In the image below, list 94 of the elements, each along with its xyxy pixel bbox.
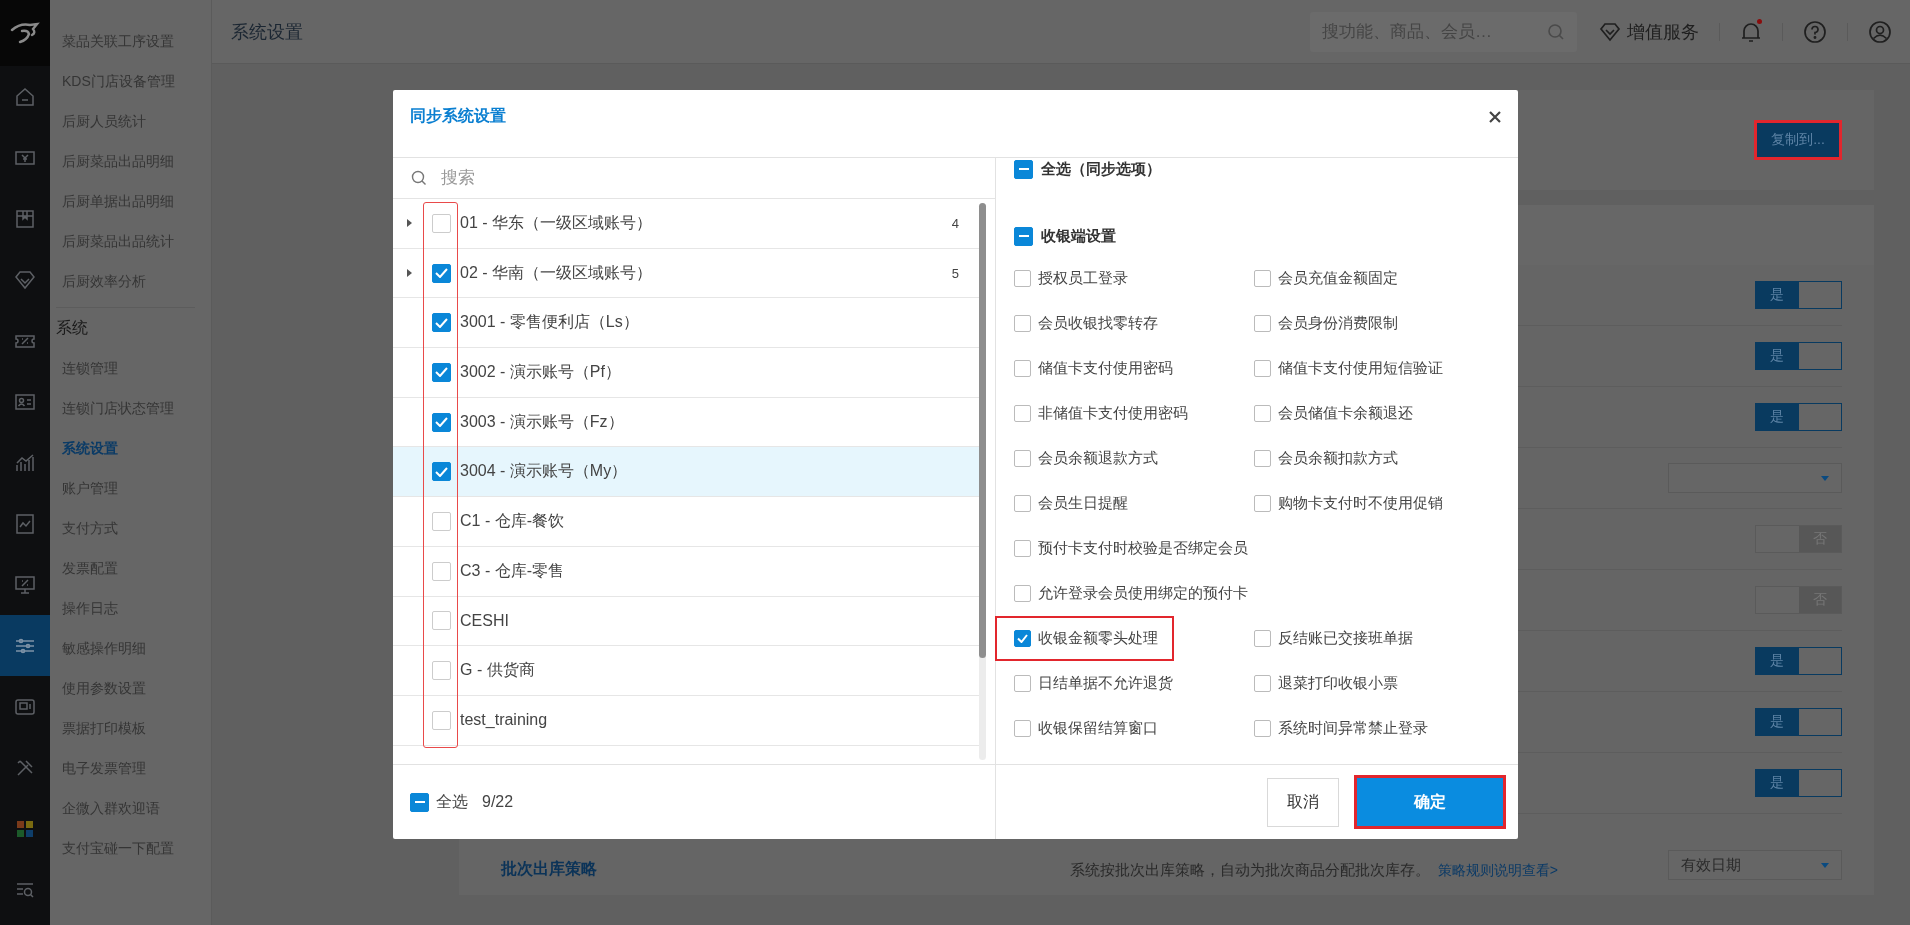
close-icon[interactable]	[1489, 110, 1501, 123]
option-checkbox[interactable]: 日结单据不允许退货	[995, 661, 1189, 706]
toggle-switch[interactable]: 是	[1755, 403, 1842, 431]
account-row[interactable]: 02 - 华南（一级区域账号） 5	[393, 248, 979, 299]
account-name: 3002 - 演示账号（Pf）	[460, 361, 621, 382]
account-row[interactable]: 3004 - 演示账号（My）	[393, 447, 979, 498]
account-row[interactable]: CESHI	[393, 596, 979, 647]
confirm-button[interactable]: 确定	[1354, 775, 1506, 829]
help-icon[interactable]	[1803, 19, 1827, 44]
account-row[interactable]: C3 - 仓库-零售	[393, 546, 979, 597]
option-checkbox[interactable]: 收银金额零头处理	[995, 616, 1174, 661]
checkbox[interactable]	[432, 511, 451, 531]
account-row[interactable]: G - 供货商	[393, 646, 979, 696]
account-name: test_training	[460, 711, 548, 730]
select-all-label: 全选（同步选项）	[1041, 159, 1161, 179]
toggle-switch[interactable]: 是	[1755, 281, 1842, 309]
toggle-switch[interactable]: 是	[1755, 342, 1842, 370]
setting-description: 系统按批次出库策略，自动为批次商品分配批次库存。	[1069, 861, 1430, 880]
diamond-icon	[1599, 21, 1621, 42]
account-name: C3 - 仓库-零售	[460, 560, 564, 581]
selection-count: 9/22	[482, 793, 514, 811]
nav-section-title: 系统	[55, 318, 89, 338]
search-icon	[1547, 22, 1565, 41]
account-name: C1 - 仓库-餐饮	[460, 510, 564, 531]
child-count: 4	[951, 215, 959, 231]
checkbox[interactable]	[432, 611, 451, 631]
sliders-icon[interactable]	[0, 615, 50, 676]
copy-to-button[interactable]: 复制到...	[1754, 120, 1842, 160]
group-title: 收银端设置	[1041, 226, 1116, 246]
option-checkbox[interactable]: 会员充值金额固定	[1235, 256, 1414, 301]
user-avatar-icon[interactable]	[1868, 19, 1892, 44]
option-checkbox[interactable]: 会员生日提醒	[995, 481, 1144, 526]
child-count: 5	[951, 265, 959, 281]
account-row[interactable]: test_training	[393, 695, 979, 746]
account-name: 02 - 华南（一级区域账号）	[460, 262, 652, 283]
page-title: 系统设置	[230, 20, 303, 44]
option-checkbox[interactable]: 系统时间异常禁止登录	[1235, 706, 1444, 751]
notification-bell-icon[interactable]	[1740, 19, 1762, 44]
caret-icon	[1821, 862, 1829, 868]
dropdown-select[interactable]	[1668, 463, 1842, 493]
account-row[interactable]: 3001 - 零售便利店（Ls）	[393, 298, 979, 349]
option-checkbox[interactable]: 会员身份消费限制	[1235, 301, 1414, 346]
group-checkbox[interactable]	[1014, 226, 1033, 246]
account-row[interactable]: C1 - 仓库-餐饮	[393, 497, 979, 547]
setting-name: 批次出库策略	[499, 859, 597, 879]
checkmark-icon	[1017, 634, 1028, 643]
account-row[interactable]: 3002 - 演示账号（Pf）	[393, 348, 979, 398]
checkbox[interactable]	[432, 313, 451, 333]
checkbox[interactable]	[432, 263, 451, 283]
dialog-title: 同步系统设置	[410, 106, 506, 126]
expand-caret-icon[interactable]	[407, 269, 412, 278]
checkbox[interactable]	[432, 710, 451, 730]
checkbox[interactable]	[432, 462, 451, 482]
option-checkbox[interactable]: 会员收银找零转存	[995, 301, 1174, 346]
cancel-button[interactable]: 取消	[1267, 777, 1339, 827]
toggle-switch[interactable]: 是	[1755, 708, 1842, 736]
option-checkbox[interactable]: 会员余额扣款方式	[1235, 436, 1414, 481]
scrollbar[interactable]	[979, 203, 986, 760]
nav-item[interactable]: 系统设置	[50, 428, 211, 468]
account-name: 01 - 华东（一级区域账号）	[460, 212, 652, 233]
checkbox[interactable]	[432, 561, 451, 581]
account-name: 3004 - 演示账号（My）	[460, 461, 628, 482]
account-name: 3003 - 演示账号（Fz）	[460, 411, 624, 432]
toggle-switch[interactable]: 是	[1755, 769, 1842, 797]
option-checkbox[interactable]: 会员储值卡余额退还	[1235, 391, 1429, 436]
caret-icon	[1821, 475, 1829, 481]
option-checkbox[interactable]: 退菜打印收银小票	[1235, 661, 1414, 706]
checkbox[interactable]	[432, 362, 451, 382]
checkbox[interactable]	[432, 661, 451, 681]
option-checkbox[interactable]: 会员余额退款方式	[995, 436, 1174, 481]
checkbox[interactable]	[432, 213, 451, 233]
option-checkbox[interactable]: 预付卡支付时校验是否绑定会员	[995, 526, 1264, 571]
toggle-switch[interactable]: 是	[1755, 647, 1842, 675]
account-row[interactable]: 01 - 华东（一级区域账号） 4	[393, 199, 979, 249]
select-all-label: 全选	[436, 791, 468, 812]
option-checkbox[interactable]: 允许登录会员使用绑定的预付卡	[995, 571, 1264, 616]
select-all-checkbox[interactable]	[410, 792, 429, 812]
checkbox[interactable]	[432, 412, 451, 432]
rules-link[interactable]: 策略规则说明查看>	[1437, 862, 1558, 880]
account-name: G - 供货商	[460, 660, 535, 681]
option-checkbox[interactable]: 非储值卡支付使用密码	[995, 391, 1204, 436]
search-icon	[411, 170, 427, 186]
option-checkbox[interactable]: 储值卡支付使用密码	[995, 346, 1189, 391]
option-checkbox[interactable]: 收银保留结算窗口	[995, 706, 1174, 751]
expand-caret-icon[interactable]	[407, 219, 412, 228]
option-checkbox[interactable]: 购物卡支付时不使用促销	[1235, 481, 1459, 526]
value-added-services-link[interactable]: 增值服务	[1599, 19, 1699, 44]
account-name: 3001 - 零售便利店（Ls）	[460, 312, 639, 333]
dropdown-select[interactable]: 有效日期	[1668, 850, 1842, 880]
option-checkbox[interactable]: 储值卡支付使用短信验证	[1235, 346, 1459, 391]
account-name: CESHI	[460, 611, 509, 630]
option-checkbox[interactable]: 反结账已交接班单据	[1235, 616, 1429, 661]
select-all-checkbox[interactable]	[1014, 159, 1033, 179]
option-checkbox[interactable]: 授权员工登录	[995, 256, 1144, 301]
